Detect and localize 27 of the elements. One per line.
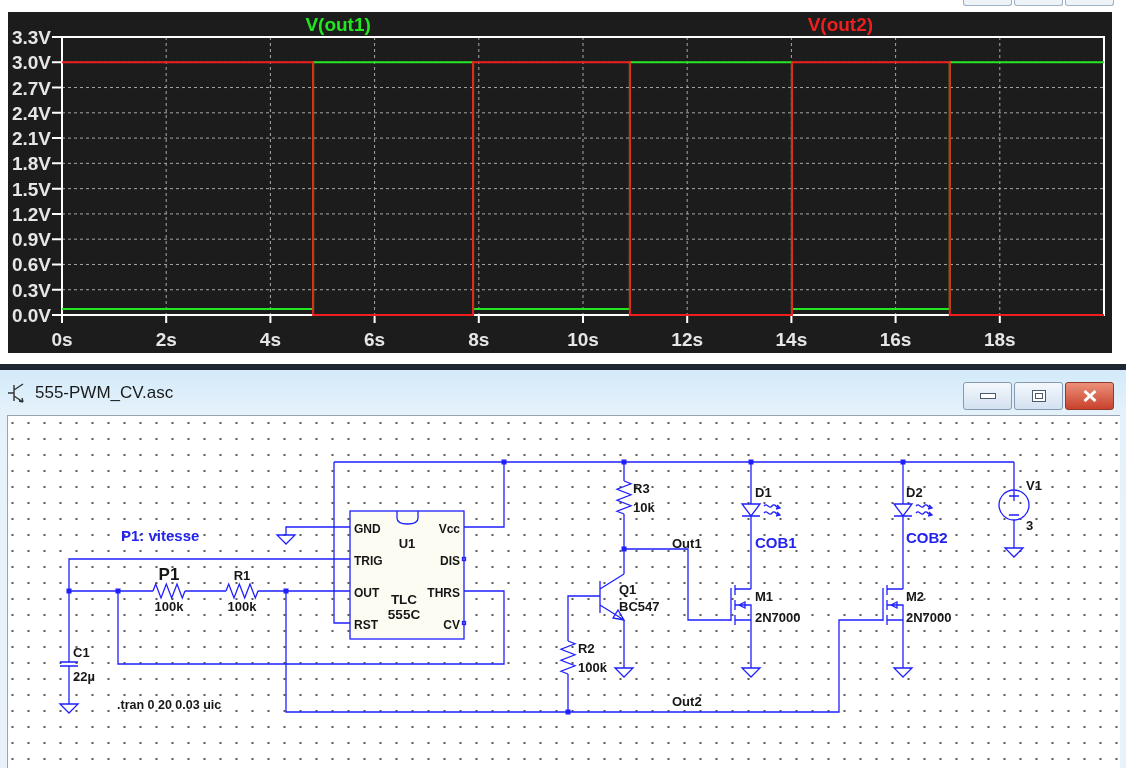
x-axis-label: 0s (51, 329, 73, 350)
y-axis-label: 2.4V (11, 102, 51, 124)
trace-label: V(out2) (807, 14, 874, 35)
x-axis-label: 2s (155, 329, 177, 350)
x-axis-label: 16s (879, 329, 912, 350)
component-value: 3 (1026, 518, 1034, 533)
x-axis-label: 18s (983, 329, 1016, 350)
window-title: 555-PWM_CV.asc (35, 382, 174, 403)
x-axis-label: 14s (775, 329, 808, 350)
y-axis-label: 3.3V (11, 27, 51, 48)
x-axis-label: 4s (259, 329, 281, 350)
y-axis-label: 2.1V (11, 128, 51, 150)
x-axis-label: 12s (671, 329, 704, 350)
y-axis-label: 0.3V (11, 279, 51, 301)
y-axis-label: 1.5V (11, 178, 51, 200)
y-axis-label: 0.6V (11, 254, 51, 276)
y-axis-label: 0.0V (11, 305, 51, 326)
y-axis-label: 1.2V (11, 203, 51, 225)
y-axis-label: 1.8V (11, 153, 51, 175)
y-axis-label: 2.7V (11, 77, 51, 99)
y-axis-label: 3.0V (11, 52, 51, 74)
y-axis-label: 0.9V (11, 229, 51, 251)
trace-label: V(out1) (305, 14, 371, 35)
x-axis-label: 10s (567, 329, 599, 350)
x-axis-label: 8s (468, 329, 490, 350)
component-name: V1 (1026, 478, 1042, 493)
x-axis-label: 6s (364, 329, 386, 350)
